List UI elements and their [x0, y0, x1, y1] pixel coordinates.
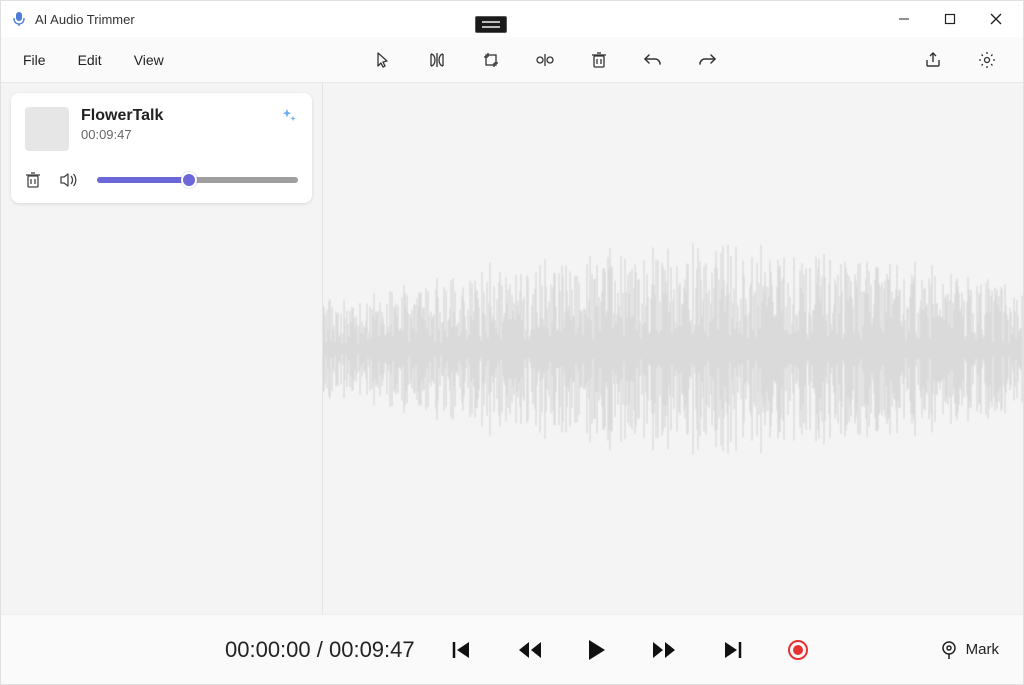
- menu-edit[interactable]: Edit: [64, 46, 116, 74]
- time-display: 00:00:00 / 00:09:47: [225, 637, 415, 663]
- mark-label: Mark: [966, 641, 999, 658]
- maximize-button[interactable]: [927, 3, 973, 35]
- silence-tool-button[interactable]: [525, 42, 565, 78]
- minimize-button[interactable]: [881, 3, 927, 35]
- window-title: AI Audio Trimmer: [35, 12, 135, 27]
- time-position: 00:00:00: [225, 637, 311, 662]
- ai-sparkle-icon: [280, 107, 298, 125]
- close-button[interactable]: [973, 3, 1019, 35]
- fast-forward-button[interactable]: [651, 641, 677, 659]
- time-total: 00:09:47: [329, 637, 415, 662]
- clip-duration: 00:09:47: [81, 127, 268, 142]
- workspace: FlowerTalk 00:09:47: [1, 83, 1023, 614]
- rewind-button[interactable]: [517, 641, 543, 659]
- menu-file[interactable]: File: [9, 46, 60, 74]
- clip-delete-icon[interactable]: [25, 171, 41, 189]
- toolbar: [363, 42, 727, 78]
- skip-end-button[interactable]: [721, 640, 743, 660]
- clip-title: FlowerTalk: [81, 107, 268, 125]
- volume-thumb[interactable]: [181, 172, 197, 188]
- titlebar: AI Audio Trimmer: [1, 1, 1023, 37]
- undo-button[interactable]: [633, 42, 673, 78]
- menu-view[interactable]: View: [120, 46, 178, 74]
- sidebar: FlowerTalk 00:09:47: [1, 83, 323, 614]
- skip-start-button[interactable]: [451, 640, 473, 660]
- play-button[interactable]: [587, 639, 607, 661]
- app-mic-icon: [11, 11, 27, 27]
- settings-button[interactable]: [967, 42, 1007, 78]
- split-tool-button[interactable]: [417, 42, 457, 78]
- clip-thumbnail: [25, 107, 69, 151]
- waveform-area[interactable]: [323, 83, 1023, 614]
- record-button[interactable]: [787, 639, 809, 661]
- crop-tooltip: [475, 16, 507, 33]
- menubar: File Edit View: [1, 37, 1023, 83]
- share-button[interactable]: [913, 42, 953, 78]
- mark-button[interactable]: Mark: [940, 640, 999, 660]
- clip-card[interactable]: FlowerTalk 00:09:47: [11, 93, 312, 203]
- cursor-tool-button[interactable]: [363, 42, 403, 78]
- transport-controls: [451, 639, 809, 661]
- mark-pin-icon: [940, 640, 958, 660]
- volume-icon[interactable]: [59, 172, 79, 188]
- delete-tool-button[interactable]: [579, 42, 619, 78]
- volume-slider[interactable]: [97, 177, 298, 183]
- crop-tool-button[interactable]: [471, 42, 511, 78]
- playbar: 00:00:00 / 00:09:47 Mark: [1, 614, 1023, 684]
- waveform-canvas[interactable]: [323, 209, 1023, 489]
- redo-button[interactable]: [687, 42, 727, 78]
- volume-fill: [97, 177, 189, 183]
